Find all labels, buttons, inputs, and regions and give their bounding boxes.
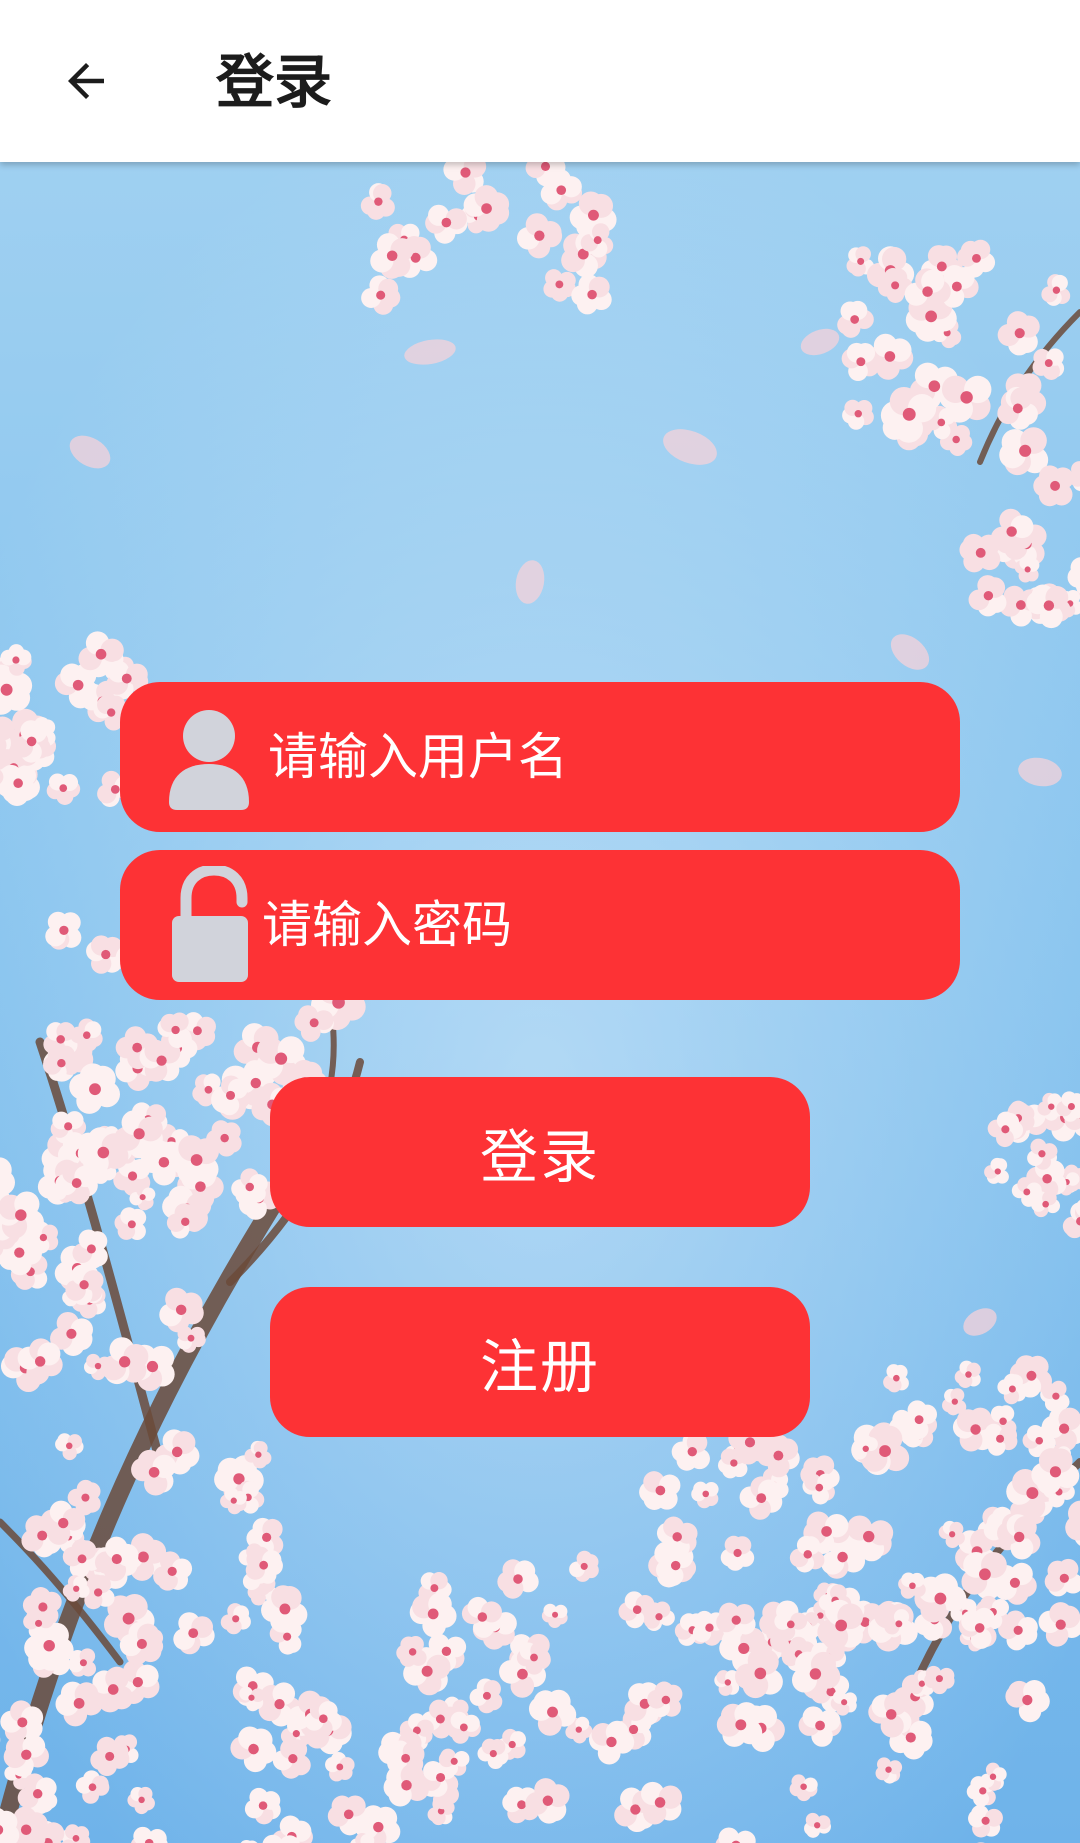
user-icon: [169, 710, 249, 810]
page-title: 登录: [216, 48, 333, 116]
login-button[interactable]: 登录: [270, 1077, 810, 1227]
arrow-left-icon: [68, 63, 104, 99]
login-screen: 登录 登录 注册: [0, 0, 1080, 1843]
unlock-icon: [172, 866, 248, 982]
password-field-container: [120, 850, 960, 1000]
cherry-blossom-background: [0, 162, 1080, 1843]
username-field-container: [120, 682, 960, 832]
app-bar: 登录: [0, 0, 1080, 162]
password-input[interactable]: [262, 850, 822, 1000]
back-button[interactable]: [44, 39, 128, 123]
username-input[interactable]: [268, 682, 828, 832]
register-button[interactable]: 注册: [270, 1287, 810, 1437]
